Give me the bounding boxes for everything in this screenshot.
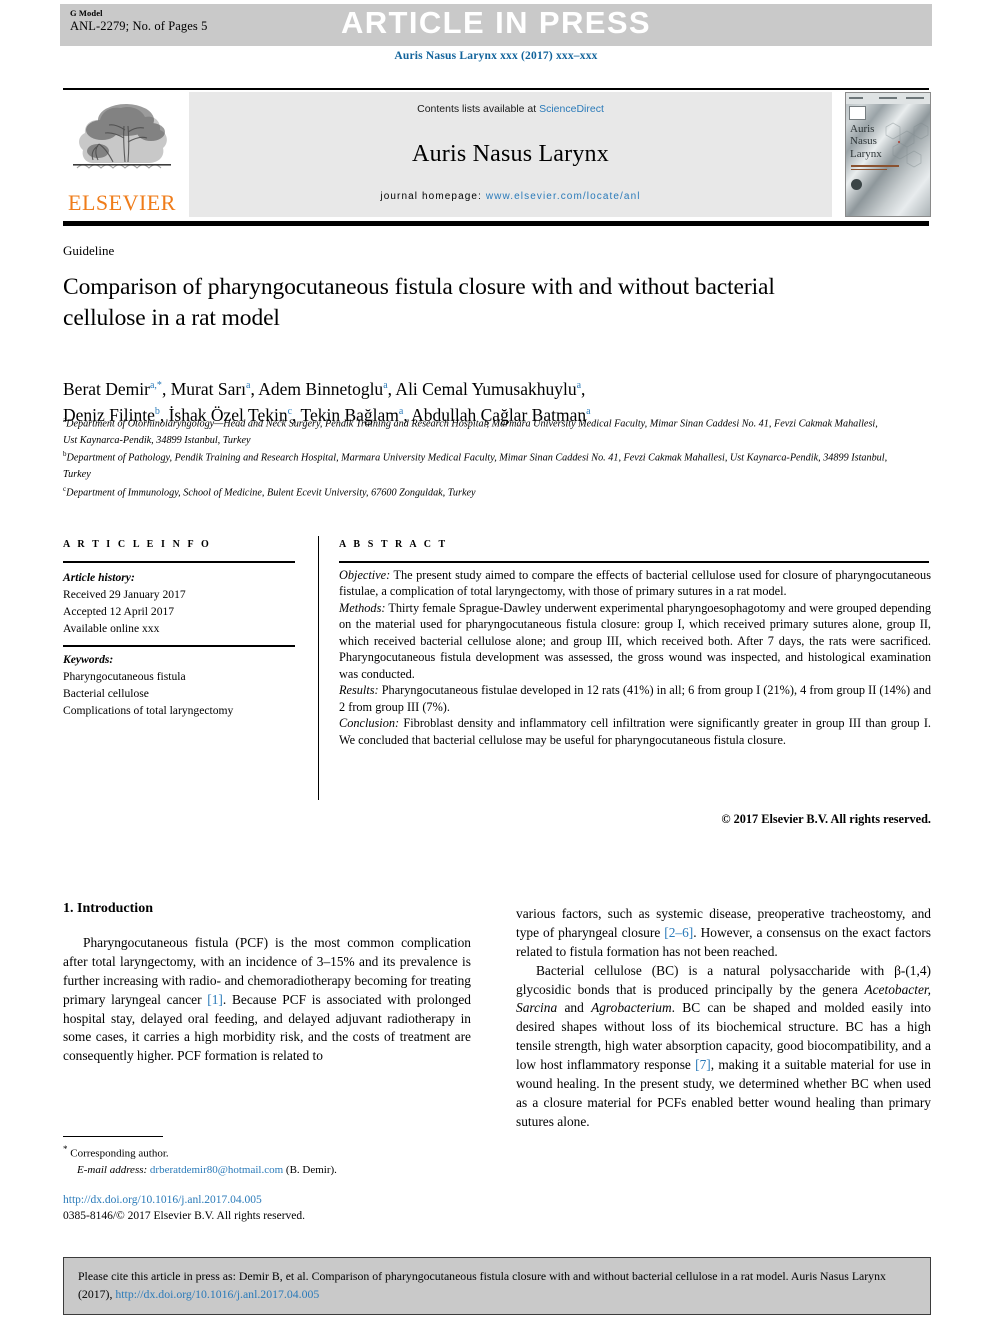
elsevier-wordmark: ELSEVIER <box>68 190 176 215</box>
article-received-date: Received 29 January 2017 <box>63 587 186 601</box>
abstract-body: Objective: The present study aimed to co… <box>339 567 931 748</box>
abstract-methods-label: Methods: <box>339 600 386 615</box>
cite-doi-link[interactable]: http://dx.doi.org/10.1016/j.anl.2017.04.… <box>115 1287 319 1301</box>
intro-paragraph-1-cont: various factors, such as systemic diseas… <box>516 905 931 962</box>
cite-this-article-box: Please cite this article in press as: De… <box>63 1257 931 1315</box>
cite-this-article-text: Please cite this article in press as: De… <box>78 1268 916 1303</box>
corresponding-author-text: Corresponding author. <box>70 1147 169 1160</box>
affiliation-list: aDepartment of Otorhinolaryngology—Head … <box>63 415 893 502</box>
keywords-rule <box>63 645 295 647</box>
email-owner: (B. Demir). <box>285 1164 337 1177</box>
abstract-results-text: Pharyngocutaneous fistulae developed in … <box>339 683 931 714</box>
cover-elsevier-mark <box>849 106 866 120</box>
abstract-rule <box>339 561 929 563</box>
homepage-label: journal homepage: <box>380 191 486 202</box>
affiliation-text-b: Department of Pathology, Pendik Training… <box>63 452 888 481</box>
sciencedirect-link[interactable]: ScienceDirect <box>539 103 604 115</box>
body-column-left: Pharyngocutaneous fistula (PCF) is the m… <box>63 934 471 1066</box>
affiliation-text-a: Department of Otorhinolaryngology—Head a… <box>63 418 878 446</box>
masthead-bottom-rule <box>63 221 929 226</box>
abstract-results-label: Results: <box>339 683 379 698</box>
journal-masthead: ELSEVIER Contents lists available at Sci… <box>63 92 931 217</box>
abstract-objective: Objective: The present study aimed to co… <box>339 567 931 600</box>
abstract-methods: Methods: Thirty female Sprague-Dawley un… <box>339 600 931 682</box>
email-note: E-mail address: drberatdemir80@hotmail.c… <box>63 1162 483 1179</box>
article-info-rule <box>63 561 295 563</box>
article-page: G Model ANL-2279; No. of Pages 5 ARTICLE… <box>0 0 992 1323</box>
cover-subtitle-lines <box>851 165 899 172</box>
abstract-copyright: © 2017 Elsevier B.V. All rights reserved… <box>721 812 931 826</box>
journal-cover-thumbnail: Auris Nasus Larynx <box>845 92 931 217</box>
genera-name-2: Agrobacterium <box>591 1000 672 1016</box>
article-type: Guideline <box>63 243 115 258</box>
cover-journal-title: Auris Nasus Larynx <box>850 123 882 160</box>
cover-society-seal-icon <box>851 179 862 190</box>
affiliation-c: cDepartment of Immunology, School of Med… <box>63 484 893 502</box>
intro-p2-b: and <box>557 1000 592 1016</box>
elsevier-tree-icon <box>73 104 171 169</box>
abstract-objective-text: The present study aimed to compare the e… <box>339 568 931 599</box>
email-address-label: E-mail address: <box>77 1164 148 1177</box>
asterisk-icon: * <box>63 1144 68 1154</box>
masthead-center-panel: Contents lists available at ScienceDirec… <box>189 92 832 217</box>
cover-hexagon-pattern <box>885 122 929 168</box>
citation-ref-1[interactable]: [1] <box>207 992 223 1007</box>
issn-copyright-line: 0385-8146/© 2017 Elsevier B.V. All right… <box>63 1210 306 1222</box>
intro-paragraph-2: Bacterial cellulose (BC) is a natural po… <box>516 962 931 1132</box>
keyword-item: Pharyngocutaneous fistula <box>63 669 186 683</box>
abstract-heading: A B S T R A C T <box>339 539 448 550</box>
abstract-conclusion: Conclusion: Fibroblast density and infla… <box>339 715 931 748</box>
article-info-heading: A R T I C L E I N F O <box>63 539 212 550</box>
status-banner-text: ARTICLE IN PRESS <box>340 5 652 40</box>
abstract-results: Results: Pharyngocutaneous fistulae deve… <box>339 682 931 715</box>
journal-title: Auris Nasus Larynx <box>412 141 609 167</box>
corresponding-author-note: * Corresponding author. <box>63 1143 483 1162</box>
elsevier-logo: ELSEVIER <box>63 92 181 217</box>
affiliation-text-c: Department of Immunology, School of Medi… <box>66 487 476 499</box>
body-column-right: various factors, such as systemic diseas… <box>516 905 931 1132</box>
article-history-block: Article history: Received 29 January 201… <box>63 570 303 638</box>
cover-title-line-1: Auris <box>850 123 875 135</box>
cover-title-line-2: Nasus <box>850 135 877 148</box>
abstract-objective-label: Objective: <box>339 568 391 582</box>
abstract-conclusion-label: Conclusion: <box>339 716 400 731</box>
abstract-conclusion-text: Fibroblast density and inflammatory cell… <box>339 716 931 747</box>
author-line-1: Berat Demira,*, Murat Sarıa, Adem Binnet… <box>63 379 586 399</box>
journal-reference: Auris Nasus Larynx xxx (2017) xxx–xxx <box>394 50 598 62</box>
doi-link[interactable]: http://dx.doi.org/10.1016/j.anl.2017.04.… <box>63 1194 262 1206</box>
keywords-label: Keywords: <box>63 653 114 666</box>
footnote-block: * Corresponding author. E-mail address: … <box>63 1143 483 1179</box>
cover-title-line-3: Larynx <box>850 147 882 160</box>
journal-homepage-line: journal homepage: www.elsevier.com/locat… <box>189 191 832 202</box>
abstract-methods-text: Thirty female Sprague-Dawley underwent e… <box>339 600 931 681</box>
contents-prefix: Contents lists available at <box>417 103 540 115</box>
affiliation-a: aDepartment of Otorhinolaryngology—Head … <box>63 415 893 449</box>
intro-paragraph-1: Pharyngocutaneous fistula (PCF) is the m… <box>63 934 471 1066</box>
cover-accent-dot <box>898 141 900 143</box>
masthead-top-rule <box>63 88 929 90</box>
citation-ref-7[interactable]: [7] <box>695 1057 711 1072</box>
contents-available-line: Contents lists available at ScienceDirec… <box>189 103 832 115</box>
info-abstract-divider <box>318 536 319 800</box>
email-link[interactable]: drberatdemir80@hotmail.com <box>150 1164 283 1176</box>
article-accepted-date: Accepted 12 April 2017 <box>63 604 175 618</box>
affiliation-b: bDepartment of Pathology, Pendik Trainin… <box>63 449 893 483</box>
keyword-item: Complications of total laryngectomy <box>63 703 234 717</box>
page-title: Comparison of pharyngocutaneous fistula … <box>63 274 775 332</box>
keywords-block: Keywords: Pharyngocutaneous fistula Bact… <box>63 652 313 720</box>
footnote-rule <box>63 1136 163 1137</box>
cover-header-strip <box>846 93 930 104</box>
article-available-online: Available online xxx <box>63 621 160 635</box>
keyword-item: Bacterial cellulose <box>63 686 149 700</box>
citation-ref-2-6[interactable]: [2–6] <box>664 925 693 940</box>
homepage-url-link[interactable]: www.elsevier.com/locate/anl <box>486 191 641 202</box>
section-heading-introduction: 1. Introduction <box>63 901 153 916</box>
article-history-label: Article history: <box>63 571 135 584</box>
